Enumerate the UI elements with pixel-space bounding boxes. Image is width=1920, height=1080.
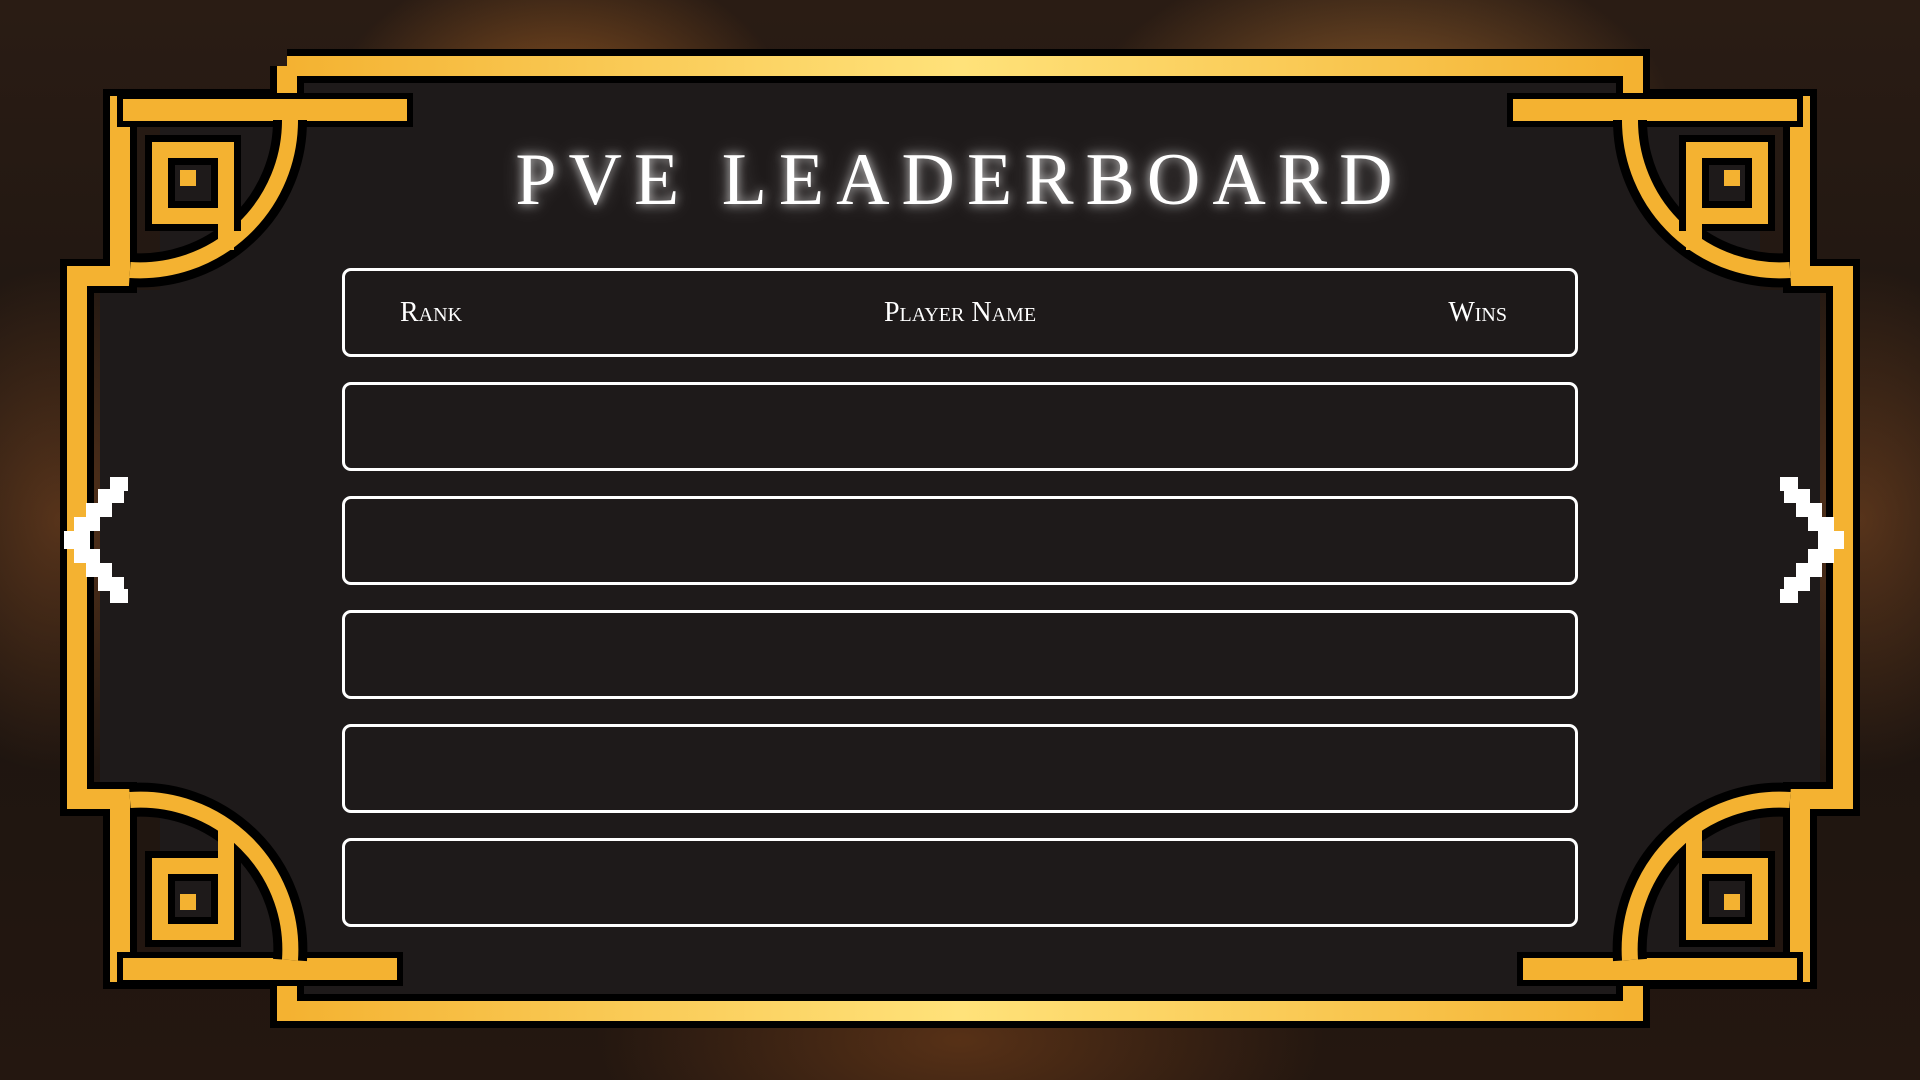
leaderboard-row-5	[342, 838, 1578, 927]
next-page-button[interactable]	[1764, 475, 1844, 605]
leaderboard-row-2	[342, 496, 1578, 585]
leaderboard-table: Rank Player Name Wins	[342, 268, 1578, 927]
leaderboard-title: PVE LEADERBOARD	[515, 139, 1405, 221]
leaderboard-row-3	[342, 610, 1578, 699]
leaderboard-row-4	[342, 724, 1578, 813]
previous-page-button[interactable]	[64, 475, 144, 605]
leaderboard-rows	[342, 382, 1578, 927]
leaderboard-row-1	[342, 382, 1578, 471]
column-header-wins: Wins	[1448, 297, 1507, 328]
table-header-row: Rank Player Name Wins	[342, 268, 1578, 357]
column-header-player-name: Player Name	[883, 297, 1037, 328]
pixel-chevron-right-icon	[1780, 477, 1844, 603]
pixel-chevron-left-icon	[64, 477, 128, 603]
